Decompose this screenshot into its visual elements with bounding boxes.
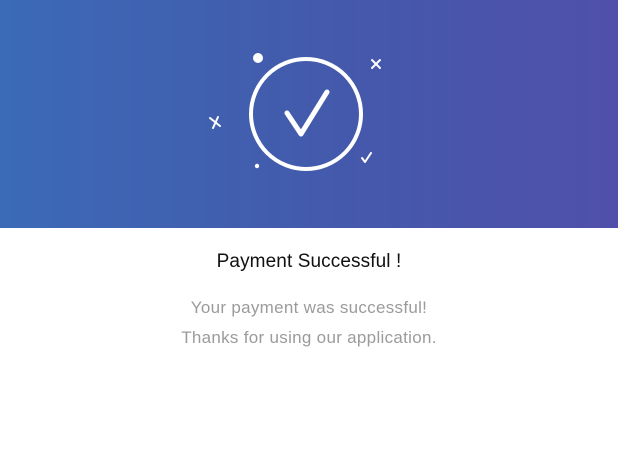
success-banner (0, 0, 618, 228)
success-message-line-2: Thanks for using our application. (181, 328, 437, 347)
cross-icon (371, 59, 381, 69)
page-title: Payment Successful ! (216, 251, 402, 272)
payment-success-page: Payment Successful ! Your payment was su… (0, 0, 618, 459)
small-dot-icon (254, 163, 260, 169)
small-check-icon (361, 152, 372, 163)
banner-illustration (209, 53, 381, 171)
success-message-line-1: Your payment was successful! (190, 298, 428, 317)
check-circle-icon (249, 57, 363, 171)
cross-icon (209, 116, 221, 129)
dot-icon (253, 53, 263, 63)
